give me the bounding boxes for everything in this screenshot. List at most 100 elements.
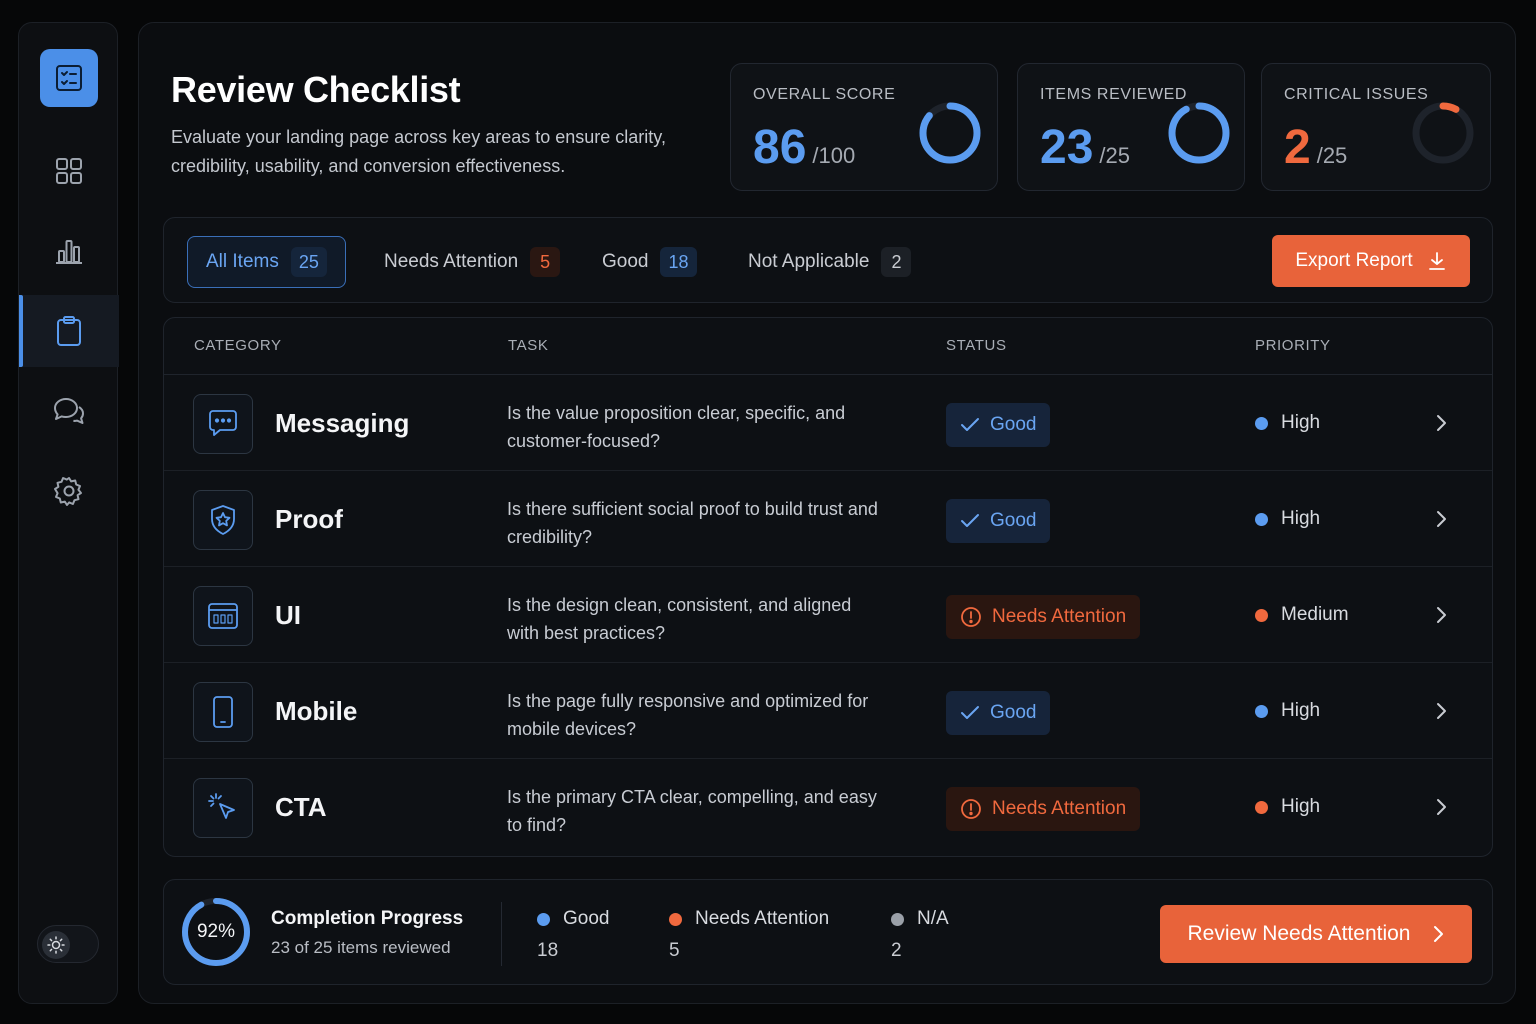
priority: High <box>1255 508 1320 530</box>
status-badge: Good <box>946 403 1051 447</box>
sun-icon <box>47 936 65 954</box>
chevron-right-icon[interactable] <box>1434 701 1448 721</box>
legend-label: Good <box>563 908 610 929</box>
stat-value: 23/25 <box>1040 121 1130 174</box>
legend-dot <box>891 912 904 926</box>
critical-issues-ring <box>1412 102 1474 164</box>
header-task: TASK <box>508 337 549 354</box>
tab-label: Needs Attention <box>384 251 519 272</box>
chevron-right-icon[interactable] <box>1434 605 1448 625</box>
category-name: Messaging <box>275 408 410 438</box>
theme-toggle-knob <box>42 931 70 959</box>
main-panel: Review Checklist Evaluate your landing p… <box>138 22 1516 1004</box>
progress-title: Completion Progress <box>271 908 464 929</box>
review-needs-attention-button[interactable]: Review Needs Attention <box>1160 905 1472 963</box>
table-header: CATEGORY TASK STATUS PRIORITY <box>164 318 1492 375</box>
table-row[interactable]: CTA Is the primary CTA clear, compelling… <box>164 759 1492 855</box>
checklist-icon <box>56 65 82 91</box>
export-report-button[interactable]: Export Report <box>1272 235 1470 287</box>
task-text: Is there sufficient social proof to buil… <box>507 499 878 547</box>
count-badge: 5 <box>530 247 561 277</box>
status-badge: Needs Attention <box>946 787 1141 831</box>
status-label: Good <box>990 510 1037 531</box>
stat-value: 2/25 <box>1284 121 1348 174</box>
checkmark-icon <box>961 514 979 527</box>
tab-good[interactable]: Good 18 <box>590 236 709 288</box>
checkmark-icon <box>961 418 979 431</box>
legend-na: N/A 2 <box>891 908 949 962</box>
stat-card-critical-issues: CRITICAL ISSUES 2/25 <box>1261 63 1491 191</box>
priority-dot <box>1255 416 1268 430</box>
category-icon-box <box>193 490 253 550</box>
priority: High <box>1255 796 1320 818</box>
clipboard-icon <box>57 316 81 346</box>
nav-item-checklist[interactable] <box>19 295 119 367</box>
header-priority: PRIORITY <box>1255 337 1331 354</box>
table-row[interactable]: UI Is the design clean, consistent, and … <box>164 567 1492 663</box>
category-name: Proof <box>275 504 343 534</box>
chevron-right-icon[interactable] <box>1434 797 1448 817</box>
nav-item-settings[interactable] <box>19 455 119 527</box>
nav-item-dashboard[interactable] <box>19 135 119 207</box>
score-ring <box>919 102 981 164</box>
tab-label: All Items <box>206 251 279 272</box>
completion-footer: 92% Completion Progress 23 of 25 items r… <box>163 879 1493 985</box>
tab-label: Good <box>602 251 649 272</box>
gear-icon <box>54 477 82 506</box>
legend-count: 2 <box>891 940 902 961</box>
chevron-right-icon[interactable] <box>1434 509 1448 529</box>
tab-needs-attention[interactable]: Needs Attention 5 <box>372 236 572 288</box>
items-reviewed-ring <box>1168 102 1230 164</box>
priority-label: High <box>1281 700 1321 721</box>
legend-dot <box>537 912 550 926</box>
progress-percentage: 92% <box>196 921 236 942</box>
priority-dot <box>1255 512 1268 526</box>
grid-icon <box>56 158 82 184</box>
legend-label: Needs Attention <box>695 908 830 929</box>
priority: Medium <box>1255 604 1349 626</box>
alert-circle-icon <box>961 799 981 819</box>
stat-value: 86/100 <box>753 121 856 174</box>
nav-item-analytics[interactable] <box>19 215 119 287</box>
sidebar <box>18 22 119 1004</box>
cursor-click-icon <box>208 793 235 819</box>
theme-toggle[interactable] <box>37 925 99 963</box>
category-name: UI <box>275 600 301 630</box>
browser-window-icon <box>208 603 238 629</box>
category-icon-box <box>193 682 253 742</box>
table-row[interactable]: Proof Is there sufficient social proof t… <box>164 471 1492 567</box>
legend-count: 18 <box>537 940 559 961</box>
header-status: STATUS <box>946 337 1007 354</box>
category-icon-box <box>193 778 253 838</box>
tab-not-applicable[interactable]: Not Applicable 2 <box>736 236 923 288</box>
status-label: Good <box>990 414 1037 435</box>
legend-count: 5 <box>669 940 680 961</box>
progress-subtitle: 23 of 25 items reviewed <box>271 938 451 957</box>
shield-star-icon <box>211 505 235 535</box>
table-row[interactable]: Messaging Is the value proposition clear… <box>164 375 1492 471</box>
priority-label: High <box>1281 412 1321 433</box>
table-row[interactable]: Mobile Is the page fully responsive and … <box>164 663 1492 759</box>
status-badge: Good <box>946 691 1051 735</box>
page-title: Review Checklist <box>171 69 461 110</box>
checklist-table: CATEGORY TASK STATUS PRIORITY Messaging … <box>163 317 1493 857</box>
nav-item-messages[interactable] <box>19 375 119 447</box>
legend-label: N/A <box>917 908 949 929</box>
status-label: Needs Attention <box>992 798 1127 819</box>
task-text: Is the page fully responsive and optimiz… <box>507 691 869 739</box>
count-badge: 25 <box>290 247 327 277</box>
task-text: Is the primary CTA clear, compelling, an… <box>507 787 877 835</box>
bar-chart-icon <box>56 240 82 264</box>
app-logo[interactable] <box>40 49 98 107</box>
chat-icon <box>54 398 84 424</box>
priority-label: High <box>1281 508 1321 529</box>
checkmark-icon <box>961 706 979 719</box>
alert-circle-icon <box>961 607 981 627</box>
category-name: Mobile <box>275 696 358 726</box>
tab-all-items[interactable]: All Items 25 <box>187 236 346 288</box>
priority-dot <box>1255 704 1268 718</box>
mobile-phone-icon <box>213 696 233 728</box>
legend-dot <box>669 912 682 926</box>
header-category: CATEGORY <box>194 337 282 354</box>
chevron-right-icon[interactable] <box>1434 413 1448 433</box>
